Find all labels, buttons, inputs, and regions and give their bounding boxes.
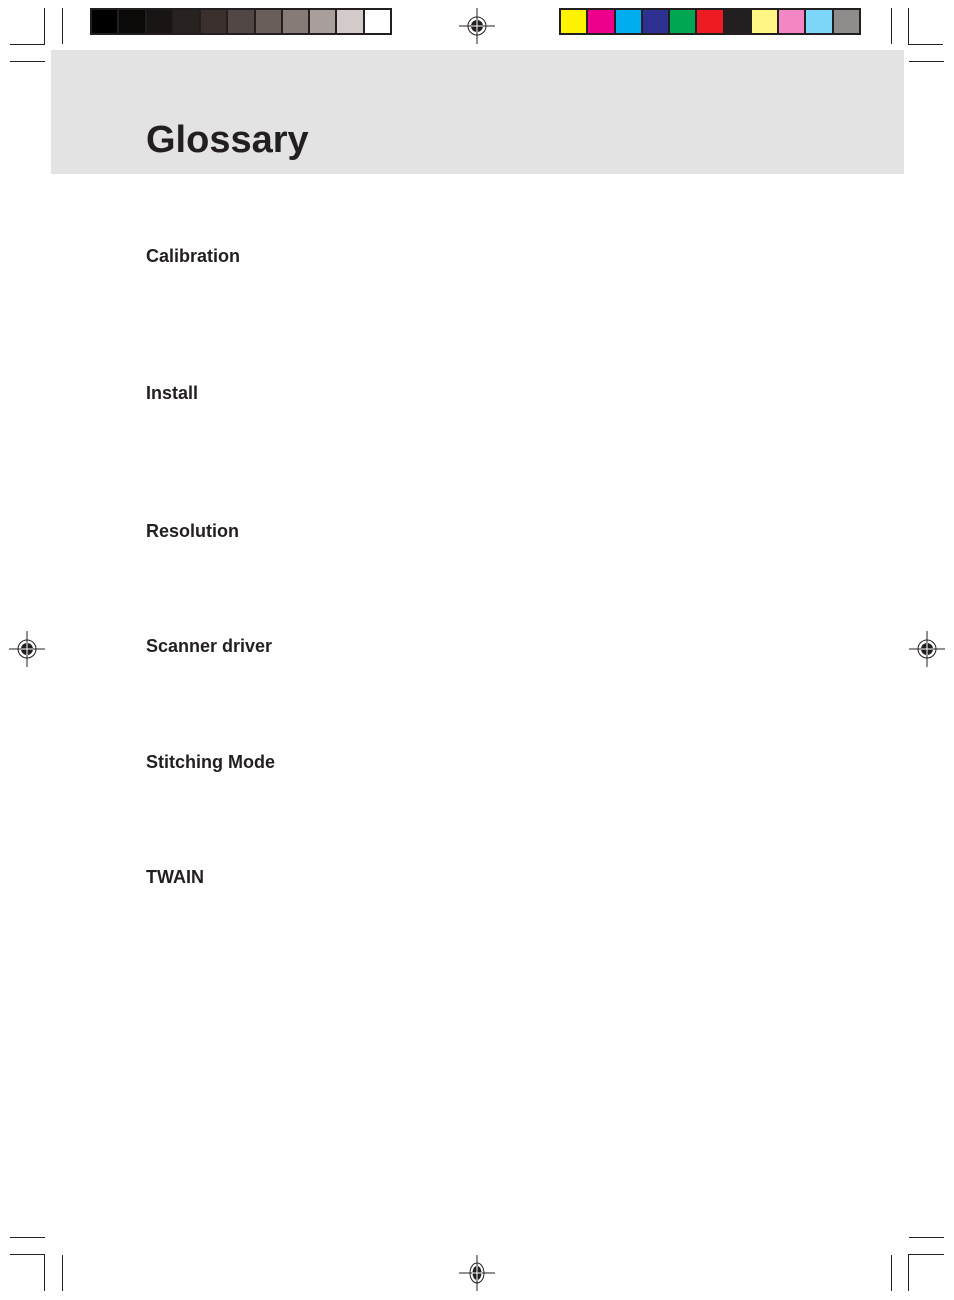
crop-mark-bottom-right-v1 [891, 1255, 892, 1291]
registration-mark-bottom-icon [459, 1255, 495, 1291]
glossary-term-install: Install [146, 383, 199, 403]
crop-mark-top-right-v1 [891, 8, 892, 44]
process-color-swatch-10 [806, 10, 832, 33]
glossary-term-stitching-mode: Stitching Mode [146, 752, 275, 772]
glossary-term-twain: TWAIN [146, 867, 204, 887]
process-color-swatch-2 [588, 10, 614, 33]
grayscale-swatch-4 [173, 10, 200, 33]
crop-mark-bottom-left-v1 [44, 1254, 45, 1291]
page-title: Glossary [146, 119, 309, 161]
registration-mark-right-icon [909, 631, 945, 667]
grayscale-swatch-11 [364, 10, 390, 33]
process-color-swatch-7 [724, 10, 750, 33]
registration-mark-top-icon [459, 8, 495, 44]
process-color-swatch-9 [779, 10, 805, 33]
crop-mark-top-right-v2 [908, 8, 909, 45]
grayscale-swatch-3 [146, 10, 172, 33]
process-color-calibration-bar [559, 8, 861, 35]
process-color-swatch-3 [615, 10, 641, 33]
crop-mark-top-right-h2 [909, 61, 944, 62]
grayscale-swatch-8 [282, 10, 309, 33]
grayscale-swatch-5 [201, 10, 227, 33]
glossary-term-calibration: Calibration [146, 246, 241, 266]
crop-mark-bottom-right-h2 [908, 1254, 944, 1255]
crop-mark-bottom-left-h1 [10, 1237, 45, 1238]
glossary-term-scanner-driver: Scanner driver [146, 636, 273, 656]
crop-mark-bottom-left-v2 [62, 1255, 63, 1291]
crop-mark-top-left-h2 [10, 61, 45, 62]
crop-mark-top-left-v1 [44, 8, 45, 45]
grayscale-swatch-7 [255, 10, 281, 33]
glossary-term-resolution: Resolution [146, 521, 239, 541]
process-color-swatch-4 [642, 10, 669, 33]
crop-mark-top-right-h1 [908, 44, 943, 45]
process-color-swatch-6 [697, 10, 723, 33]
crop-mark-bottom-right-v2 [908, 1254, 909, 1291]
crop-mark-bottom-right-h1 [909, 1237, 944, 1238]
process-color-swatch-11 [833, 10, 859, 33]
process-color-swatch-8 [751, 10, 778, 33]
crop-mark-top-left-v2 [62, 8, 63, 44]
grayscale-calibration-bar [90, 8, 392, 35]
crop-mark-bottom-left-h2 [10, 1254, 45, 1255]
process-color-swatch-1 [561, 10, 587, 33]
grayscale-swatch-2 [119, 10, 145, 33]
grayscale-swatch-9 [310, 10, 336, 33]
grayscale-swatch-6 [228, 10, 254, 33]
registration-mark-left-icon [9, 631, 45, 667]
grayscale-swatch-1 [92, 10, 118, 33]
crop-mark-top-left-h1 [10, 44, 45, 45]
process-color-swatch-5 [670, 10, 696, 33]
grayscale-swatch-10 [337, 10, 363, 33]
